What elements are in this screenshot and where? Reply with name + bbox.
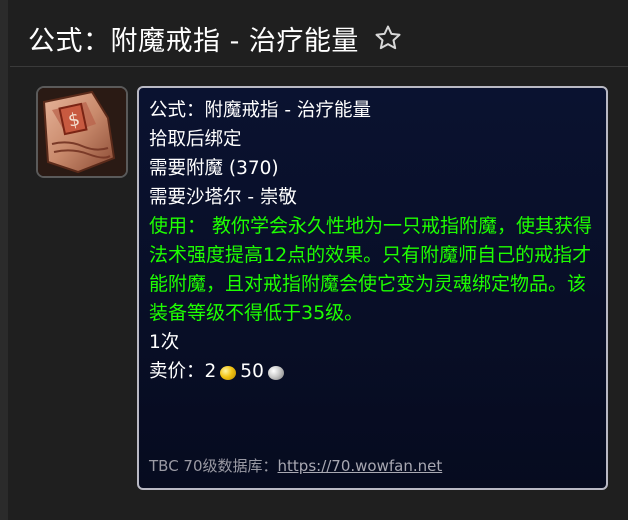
gold-coin-icon: [220, 365, 237, 380]
silver-coin-icon: [267, 365, 284, 380]
gold-amount: 2: [204, 361, 217, 382]
footer-link[interactable]: https://70.wowfan.net: [278, 457, 443, 475]
page-title: 公式：附魔戒指 - 治疗能量: [28, 25, 359, 57]
page: 公式：附魔戒指 - 治疗能量 $ 公式：附魔戒指 - 治疗能量 拾取后绑定 需要…: [0, 0, 628, 520]
page-header: 公式：附魔戒指 - 治疗能量: [28, 16, 403, 60]
star-icon[interactable]: [373, 23, 403, 53]
item-name: 公式：附魔戒指 - 治疗能量: [149, 100, 371, 121]
charges-text: 1次: [149, 332, 180, 353]
left-edge-bar: [0, 0, 8, 520]
use-effect-text: 使用： 教你学会永久性地为一只戒指附魔，使其获得法术强度提高12点的效果。只有附…: [149, 215, 593, 324]
recipe-scroll-icon[interactable]: $: [36, 86, 128, 178]
sell-price: 卖价： 2 50: [149, 357, 596, 386]
requires-skill: 需要附魔 (370): [149, 158, 279, 179]
bind-text: 拾取后绑定: [149, 129, 242, 150]
footer-label: TBC 70级数据库：: [149, 457, 278, 475]
silver-amount: 50: [240, 361, 264, 382]
item-tooltip: 公式：附魔戒指 - 治疗能量 拾取后绑定 需要附魔 (370) 需要沙塔尔 - …: [137, 86, 608, 490]
tooltip-footer: TBC 70级数据库：https://70.wowfan.net: [149, 455, 442, 476]
header-divider: [10, 66, 628, 67]
requires-reputation: 需要沙塔尔 - 崇敬: [149, 187, 297, 208]
sell-price-label: 卖价：: [149, 361, 205, 382]
